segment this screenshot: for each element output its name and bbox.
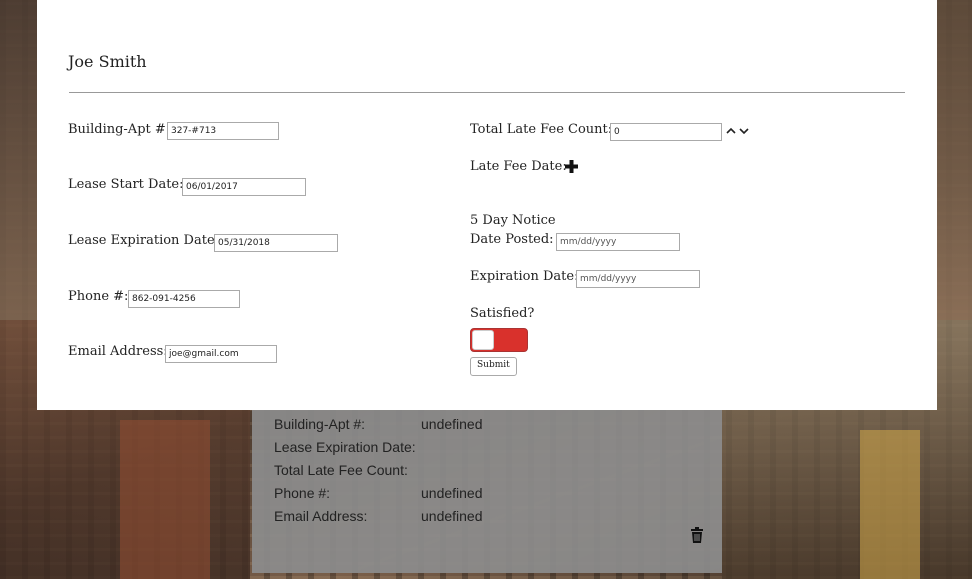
building-apt-input[interactable]: 327-#713 bbox=[167, 122, 279, 140]
card-row-late-fee-count: Total Late Fee Count: bbox=[274, 462, 421, 478]
late-fee-count-label: Total Late Fee Count: bbox=[470, 122, 613, 137]
lease-expiration-input[interactable]: 05/31/2018 bbox=[214, 234, 338, 252]
satisfied-label: Satisfied? bbox=[470, 306, 535, 321]
card-row-lease-expiration: Lease Expiration Date: bbox=[274, 439, 421, 455]
card-row-label: Building-Apt #: bbox=[274, 416, 366, 432]
date-posted-input[interactable]: mm/dd/yyyy bbox=[556, 233, 680, 251]
plus-icon[interactable] bbox=[565, 160, 578, 173]
late-fee-count-input[interactable]: 0 bbox=[610, 123, 722, 141]
card-row-label: Lease Expiration Date: bbox=[274, 439, 416, 455]
card-row-email: Email Address: undefined bbox=[274, 508, 483, 524]
card-row-building: Building-Apt #: undefined bbox=[274, 416, 483, 432]
satisfied-toggle[interactable] bbox=[470, 328, 528, 352]
submit-button[interactable]: Submit bbox=[470, 357, 517, 376]
building-left-top bbox=[0, 0, 37, 320]
chevron-down-icon[interactable] bbox=[738, 125, 750, 137]
trash-icon[interactable] bbox=[690, 527, 704, 543]
toggle-knob bbox=[472, 330, 494, 350]
phone-input[interactable]: 862-091-4256 bbox=[128, 290, 240, 308]
email-input[interactable]: joe@gmail.com bbox=[165, 345, 277, 363]
notice-heading: 5 Day Notice bbox=[470, 213, 556, 228]
building-red bbox=[120, 420, 210, 579]
expiration-date-label: Expiration Date: bbox=[470, 269, 579, 284]
tenant-card: Building-Apt #: undefined Lease Expiratio… bbox=[252, 390, 722, 573]
tenant-edit-modal: Joe Smith Building-Apt #: 327-#713 Lease… bbox=[37, 0, 937, 410]
lease-start-label: Lease Start Date: bbox=[68, 177, 184, 192]
card-row-value: undefined bbox=[421, 416, 483, 432]
date-posted-label: Date Posted: bbox=[470, 232, 554, 247]
late-fee-date-label: Late Fee Date: bbox=[470, 159, 567, 174]
divider bbox=[69, 92, 905, 93]
lease-expiration-label: Lease Expiration Date: bbox=[68, 233, 220, 248]
phone-label: Phone #: bbox=[68, 289, 129, 304]
email-label: Email Address: bbox=[68, 344, 168, 359]
card-row-value: undefined bbox=[421, 485, 483, 501]
building-apt-label: Building-Apt #: bbox=[68, 122, 171, 137]
card-row-value: undefined bbox=[421, 508, 483, 524]
modal-title: Joe Smith bbox=[68, 52, 147, 71]
expiration-date-input[interactable]: mm/dd/yyyy bbox=[576, 270, 700, 288]
lease-start-input[interactable]: 06/01/2017 bbox=[182, 178, 306, 196]
building-right-top bbox=[937, 0, 972, 320]
card-row-label: Total Late Fee Count: bbox=[274, 462, 408, 478]
building-yellow bbox=[860, 430, 920, 579]
chevron-up-icon[interactable] bbox=[725, 125, 737, 137]
card-row-phone: Phone #: undefined bbox=[274, 485, 483, 501]
card-row-label: Email Address: bbox=[274, 508, 368, 524]
card-row-label: Phone #: bbox=[274, 485, 331, 501]
